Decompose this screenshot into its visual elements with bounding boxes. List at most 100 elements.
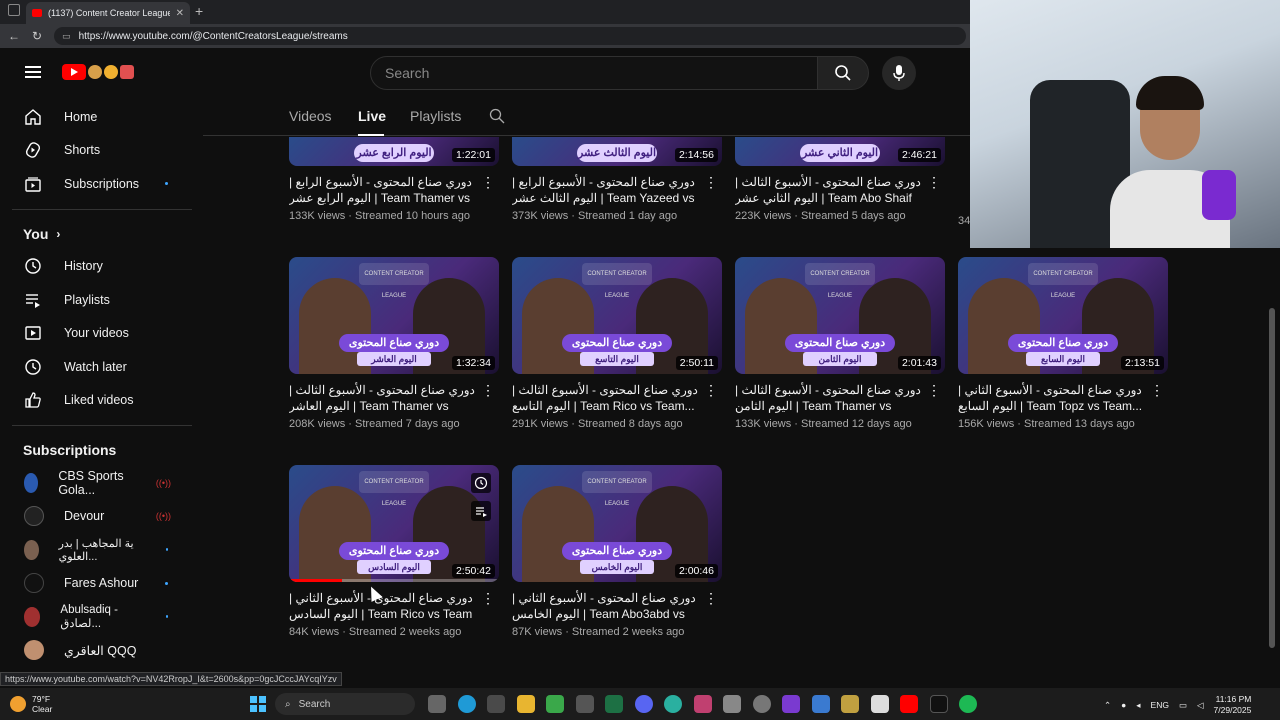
scrollbar-thumb[interactable] [1269, 308, 1275, 648]
video-card[interactable]: اليوم الثاني عشر 2:46:21 دوري صناع المحت… [735, 137, 945, 222]
new-tab-icon[interactable]: + [195, 3, 203, 19]
sidebar-item-subscriptions[interactable]: Subscriptions [0, 167, 195, 201]
search-button[interactable] [817, 56, 869, 90]
more-actions-icon[interactable]: ⋮ [481, 591, 495, 605]
video-card[interactable]: CONTENT CREATOR LEAGUE دوري صناع المحتوى… [289, 257, 499, 430]
app-icon[interactable] [841, 695, 859, 713]
close-tab-icon[interactable]: ✕ [176, 8, 184, 19]
site-info-icon[interactable]: ▭ [62, 31, 71, 42]
video-card[interactable]: CONTENT CREATOR LEAGUE دوري صناع المحتوى… [735, 257, 945, 430]
video-title[interactable]: دوري صناع المحتوى - الأسبوع الرابع | الي… [512, 174, 698, 206]
video-thumbnail[interactable]: CONTENT CREATOR LEAGUE دوري صناع المحتوى… [289, 465, 499, 582]
more-actions-icon[interactable]: ⋮ [704, 383, 718, 397]
tab-playlists[interactable]: Playlists [410, 108, 461, 124]
video-title[interactable]: دوري صناع المحتوى - الأسبوع الثاني | الي… [289, 590, 475, 622]
video-card[interactable]: CONTENT CREATOR LEAGUE دوري صناع المحتوى… [958, 257, 1168, 430]
app-icon[interactable] [693, 695, 712, 713]
store-icon[interactable] [487, 695, 505, 713]
network-icon[interactable]: ▭ [1179, 700, 1187, 711]
app-icon[interactable] [870, 695, 889, 713]
weather-widget[interactable]: 79°F Clear [10, 694, 52, 714]
task-view-icon[interactable] [428, 695, 446, 713]
x-icon[interactable] [929, 695, 948, 713]
discord-icon[interactable] [634, 695, 653, 713]
tab-live[interactable]: Live [358, 108, 386, 124]
video-title[interactable]: دوري صناع المحتوى - الأسبوع الثاني | الي… [512, 590, 698, 622]
video-card[interactable]: اليوم الثالث عشر 2:14:56 دوري صناع المحت… [512, 137, 722, 222]
you-section-heading[interactable]: You › [0, 218, 195, 250]
more-actions-icon[interactable]: ⋮ [481, 383, 495, 397]
watch-later-icon[interactable] [471, 473, 491, 493]
taskbar-search[interactable]: ⌕ Search [275, 693, 415, 715]
app-icon[interactable] [782, 695, 800, 713]
language-indicator[interactable]: ENG [1151, 700, 1169, 710]
subscription-item[interactable]: العاقري QQQ [0, 634, 195, 668]
youtube-logo[interactable] [62, 64, 134, 80]
tab-actions-icon[interactable] [8, 4, 20, 16]
sidebar-item-liked-videos[interactable]: Liked videos [0, 384, 195, 418]
more-actions-icon[interactable]: ⋮ [927, 175, 941, 189]
windows-start-icon[interactable] [250, 696, 266, 712]
microphone-tray-icon[interactable]: ● [1121, 700, 1126, 710]
browser-tab[interactable]: (1137) Content Creator League - ✕ [26, 2, 190, 24]
video-card[interactable]: CONTENT CREATOR LEAGUE دوري صناع المحتوى… [512, 465, 722, 638]
sidebar-item-history[interactable]: History [0, 250, 195, 284]
youtube-icon[interactable] [900, 695, 918, 713]
clock[interactable]: 11:16 PM 7/29/2025 [1214, 694, 1252, 716]
video-card[interactable]: CONTENT CREATOR LEAGUE دوري صناع المحتوى… [289, 465, 499, 638]
video-title[interactable]: دوري صناع المحتوى - الأسبوع الثالث | الي… [512, 382, 698, 414]
more-actions-icon[interactable]: ⋮ [704, 175, 718, 189]
menu-icon[interactable] [25, 66, 41, 78]
video-thumbnail[interactable]: CONTENT CREATOR LEAGUE دوري صناع المحتوى… [512, 257, 722, 374]
speaker-icon[interactable]: ◁ [1197, 700, 1204, 711]
back-icon[interactable]: ← [8, 29, 20, 43]
sidebar-item-playlists[interactable]: Playlists [0, 283, 195, 317]
sidebar-item-your-videos[interactable]: Your videos [0, 317, 195, 351]
chevron-up-icon[interactable]: ⌃ [1104, 700, 1111, 711]
app-icon[interactable] [752, 695, 771, 713]
video-thumbnail[interactable]: CONTENT CREATOR LEAGUE دوري صناع المحتوى… [958, 257, 1168, 374]
voice-search-button[interactable] [882, 56, 916, 90]
reload-icon[interactable]: ↻ [32, 29, 42, 43]
edge-icon[interactable] [457, 695, 476, 713]
sidebar-item-home[interactable]: Home [0, 100, 195, 134]
video-thumbnail[interactable]: CONTENT CREATOR LEAGUE دوري صناع المحتوى… [735, 257, 945, 374]
subscription-item[interactable]: CBS Sports Gola... ((•)) [0, 466, 195, 500]
video-card[interactable]: اليوم الرابع عشر 1:22:01 دوري صناع المحت… [289, 137, 499, 222]
video-card[interactable]: CONTENT CREATOR LEAGUE دوري صناع المحتوى… [512, 257, 722, 430]
tab-videos[interactable]: Videos [289, 108, 332, 124]
url-field[interactable]: ▭ https://www.youtube.com/@ContentCreato… [54, 27, 967, 45]
file-explorer-icon[interactable] [516, 695, 535, 713]
more-actions-icon[interactable]: ⋮ [1150, 383, 1164, 397]
video-thumbnail[interactable]: CONTENT CREATOR LEAGUE دوري صناع المحتوى… [512, 465, 722, 582]
video-thumbnail[interactable]: اليوم الثالث عشر 2:14:56 [512, 137, 722, 166]
search-input[interactable]: Search [370, 56, 818, 90]
video-thumbnail[interactable]: CONTENT CREATOR LEAGUE دوري صناع المحتوى… [289, 257, 499, 374]
sidebar-item-shorts[interactable]: Shorts [0, 134, 195, 168]
more-actions-icon[interactable]: ⋮ [927, 383, 941, 397]
subscription-item[interactable]: Fares Ashour [0, 567, 195, 601]
video-thumbnail[interactable]: اليوم الرابع عشر 1:22:01 [289, 137, 499, 166]
video-title[interactable]: دوري صناع المحتوى - الأسبوع الثالث | الي… [735, 382, 921, 414]
sidebar-item-watch-later[interactable]: Watch later [0, 350, 195, 384]
more-actions-icon[interactable]: ⋮ [704, 591, 718, 605]
channel-search-icon[interactable] [489, 108, 505, 127]
more-actions-icon[interactable]: ⋮ [481, 175, 495, 189]
app-icon[interactable] [575, 695, 594, 713]
app-icon[interactable] [664, 695, 682, 713]
excel-icon[interactable] [605, 695, 623, 713]
page-scrollbar[interactable] [1268, 248, 1276, 658]
video-title[interactable]: دوري صناع المحتوى - الأسبوع الثالث | الي… [735, 174, 921, 206]
add-to-queue-icon[interactable] [471, 501, 491, 521]
subscription-item[interactable]: Devour ((•)) [0, 500, 195, 534]
subscription-item[interactable]: Abulsadiq - لصادق... [0, 600, 195, 634]
video-card-partial[interactable]: 34 [958, 137, 970, 227]
video-title[interactable]: دوري صناع المحتوى - الأسبوع الثالث | الي… [289, 382, 475, 414]
spotify-icon[interactable] [959, 695, 977, 713]
volume-icon[interactable]: ◂ [1136, 700, 1140, 711]
app-icon[interactable] [546, 695, 564, 713]
video-title[interactable]: دوري صناع المحتوى - الأسبوع الثاني | الي… [958, 382, 1144, 414]
video-thumbnail[interactable]: اليوم الثاني عشر 2:46:21 [735, 137, 945, 166]
subscription-item[interactable]: ية المجاهب | بدر العلوي... [0, 533, 195, 567]
video-title[interactable]: دوري صناع المحتوى - الأسبوع الرابع | الي… [289, 174, 475, 206]
